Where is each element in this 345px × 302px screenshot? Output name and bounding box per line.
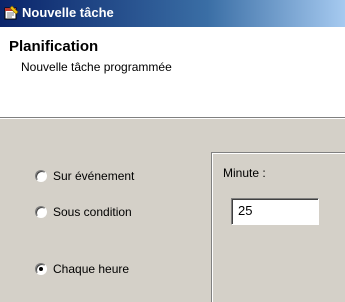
radio-button-icon[interactable] xyxy=(35,206,47,218)
minute-input[interactable]: 25 xyxy=(231,198,319,225)
radio-label-on-event: Sur événement xyxy=(53,169,135,183)
page-title: Planification xyxy=(9,38,99,55)
header-divider xyxy=(0,118,345,119)
radio-every-hour[interactable]: Chaque heure xyxy=(35,262,129,276)
radio-label-on-condition: Sous condition xyxy=(53,205,132,219)
window-title: Nouvelle tâche xyxy=(22,5,114,20)
radio-on-event[interactable]: Sur événement xyxy=(35,169,134,183)
task-scheduler-icon xyxy=(3,5,19,21)
radio-button-icon[interactable] xyxy=(35,170,47,182)
wizard-header: Planification Nouvelle tâche programmée xyxy=(0,27,345,118)
radio-dot-icon xyxy=(39,267,43,271)
radio-button-selected-icon[interactable] xyxy=(35,263,47,275)
radio-on-condition[interactable]: Sous condition xyxy=(35,205,132,219)
title-bar[interactable]: Nouvelle tâche xyxy=(0,0,345,27)
page-subtitle: Nouvelle tâche programmée xyxy=(21,60,172,74)
dialog-window: Nouvelle tâche Planification Nouvelle tâ… xyxy=(0,0,345,302)
radio-label-every-hour: Chaque heure xyxy=(53,262,130,276)
minute-label: Minute : xyxy=(223,166,266,180)
